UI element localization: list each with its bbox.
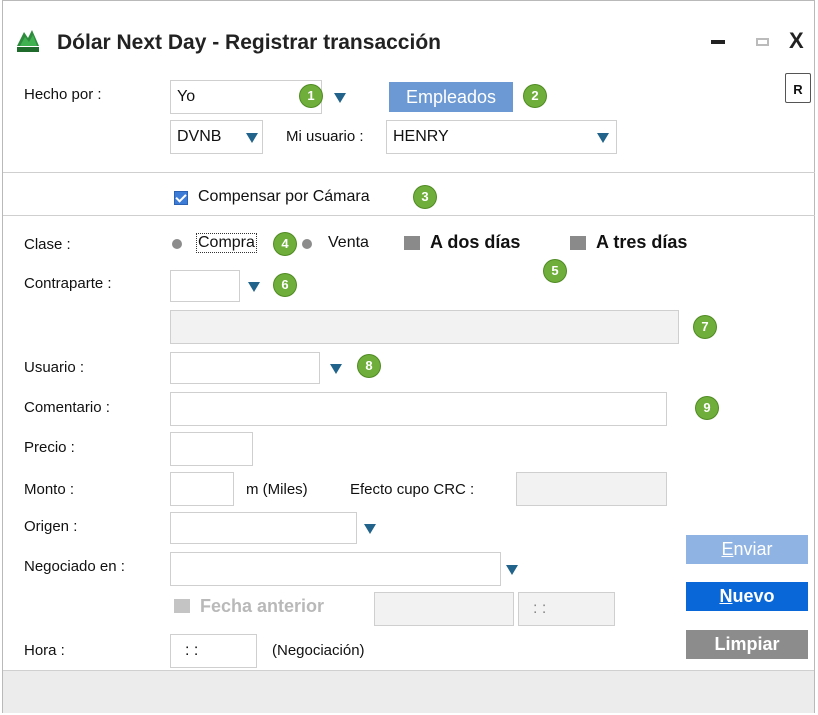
status-bar bbox=[3, 670, 814, 713]
contraparte-label: Contraparte : bbox=[24, 275, 112, 292]
desk-dropdown-icon[interactable] bbox=[246, 133, 258, 143]
annotation-badge-6: 6 bbox=[274, 274, 296, 296]
negociado-label: Negociado en : bbox=[24, 558, 125, 575]
negociado-field[interactable] bbox=[170, 552, 501, 586]
origen-label: Origen : bbox=[24, 518, 78, 535]
minimize-button[interactable] bbox=[711, 40, 725, 44]
precio-field[interactable] bbox=[170, 432, 253, 466]
contraparte-dropdown-icon[interactable] bbox=[248, 282, 260, 292]
clase-label: Clase : bbox=[24, 236, 71, 253]
report-document-icon[interactable]: R bbox=[785, 73, 811, 103]
nuevo-button[interactable]: Nuevo bbox=[686, 582, 808, 611]
fecha-anterior-date-field bbox=[374, 592, 514, 626]
limpiar-button[interactable]: Limpiar bbox=[686, 630, 808, 659]
annotation-badge-9: 9 bbox=[696, 397, 718, 419]
comentario-label: Comentario : bbox=[24, 399, 110, 416]
compensar-checkbox[interactable] bbox=[174, 191, 188, 205]
annotation-badge-1: 1 bbox=[300, 85, 322, 107]
hora-field[interactable]: : : bbox=[170, 634, 257, 668]
enviar-button[interactable]: Enviar bbox=[686, 535, 808, 564]
empleados-button[interactable]: Empleados bbox=[389, 82, 513, 112]
contraparte-field[interactable] bbox=[170, 270, 240, 302]
fecha-anterior-label: Fecha anterior bbox=[200, 596, 325, 616]
efecto-cupo-label: Efecto cupo CRC : bbox=[350, 481, 475, 498]
annotation-badge-5: 5 bbox=[544, 260, 566, 282]
maximize-button[interactable] bbox=[756, 38, 769, 46]
compra-radio[interactable] bbox=[172, 239, 182, 249]
monto-unit-label: m (Miles) bbox=[246, 481, 308, 498]
window-title: Dólar Next Day - Registrar transacción bbox=[57, 31, 441, 54]
hora-suffix-label: (Negociación) bbox=[272, 642, 365, 659]
mi-usuario-dropdown-icon[interactable] bbox=[597, 133, 609, 143]
compra-label: Compra bbox=[196, 233, 257, 253]
hecho-por-label: Hecho por : bbox=[24, 86, 102, 103]
mi-usuario-label: Mi usuario : bbox=[286, 128, 364, 145]
usuario-field[interactable] bbox=[170, 352, 320, 384]
a-dos-dias-label: A dos días bbox=[430, 232, 521, 252]
venta-radio[interactable] bbox=[302, 239, 312, 249]
title-bar: Dólar Next Day - Registrar transacción bbox=[3, 1, 814, 61]
monto-field[interactable] bbox=[170, 472, 234, 506]
section-divider bbox=[3, 172, 815, 173]
hecho-por-dropdown-icon[interactable] bbox=[334, 93, 346, 103]
mi-usuario-field[interactable]: HENRY bbox=[386, 120, 617, 154]
efecto-cupo-field bbox=[516, 472, 667, 506]
compensar-label: Compensar por Cámara bbox=[198, 188, 370, 205]
annotation-badge-4: 4 bbox=[274, 233, 296, 255]
a-tres-dias-checkbox[interactable] bbox=[570, 236, 586, 250]
fecha-anterior-checkbox[interactable] bbox=[174, 599, 190, 613]
usuario-dropdown-icon[interactable] bbox=[330, 364, 342, 374]
a-dos-dias-checkbox[interactable] bbox=[404, 236, 420, 250]
fecha-anterior-time-field: : : bbox=[518, 592, 615, 626]
annotation-badge-8: 8 bbox=[358, 355, 380, 377]
hora-label: Hora : bbox=[24, 642, 65, 659]
usuario-label: Usuario : bbox=[24, 359, 85, 376]
section-divider bbox=[3, 215, 815, 216]
monto-label: Monto : bbox=[24, 481, 75, 498]
venta-label: Venta bbox=[328, 234, 369, 251]
annotation-badge-3: 3 bbox=[414, 186, 436, 208]
annotation-badge-2: 2 bbox=[524, 85, 546, 107]
a-tres-dias-label: A tres días bbox=[596, 232, 688, 252]
comentario-field[interactable] bbox=[170, 392, 667, 426]
precio-label: Precio : bbox=[24, 439, 75, 456]
close-button[interactable]: X bbox=[789, 28, 804, 54]
negociado-dropdown-icon[interactable] bbox=[506, 565, 518, 575]
annotation-badge-7: 7 bbox=[694, 316, 716, 338]
origen-field[interactable] bbox=[170, 512, 357, 544]
contraparte-name-field bbox=[170, 310, 679, 344]
origen-dropdown-icon[interactable] bbox=[364, 524, 376, 534]
app-logo-icon bbox=[15, 28, 41, 54]
